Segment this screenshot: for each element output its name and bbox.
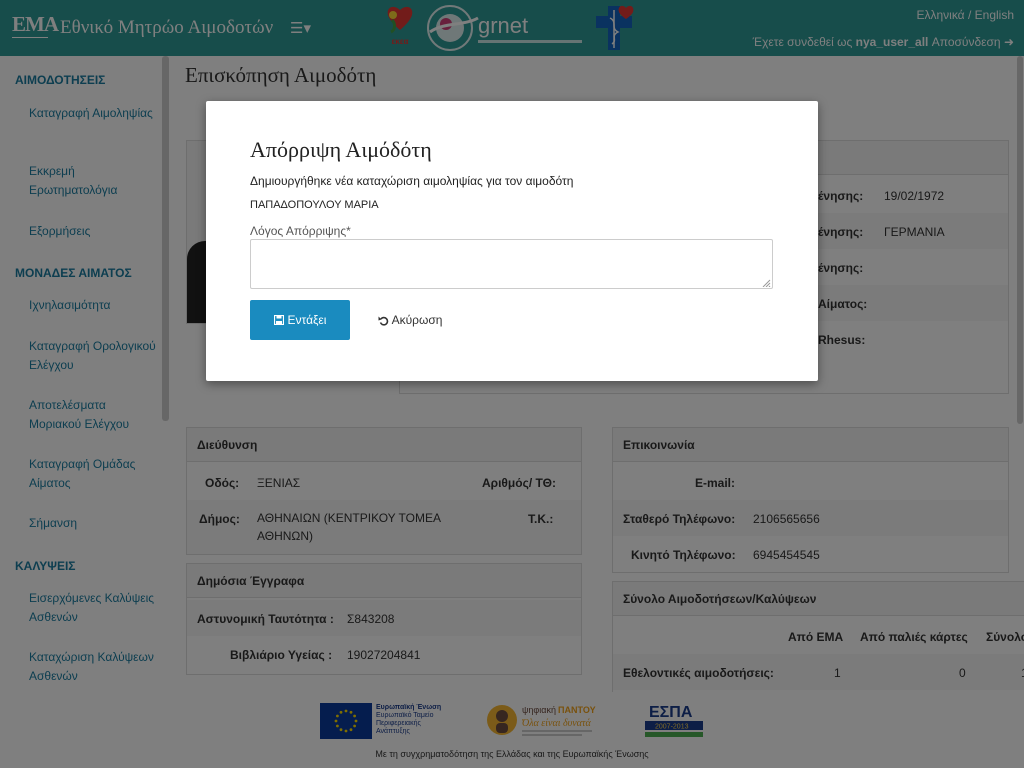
dialog-message: Δημιουργήθηκε νέα καταχώριση αιμοληψίας … xyxy=(250,174,574,188)
resize-grip-icon[interactable] xyxy=(762,279,771,287)
cancel-button-label: Ακύρωση xyxy=(391,313,443,327)
cancel-button[interactable]: Ακύρωση xyxy=(356,300,464,340)
floppy-disk-icon xyxy=(273,315,284,325)
reject-donor-dialog: Απόρριψη Αιμόδότη Δημιουργήθηκε νέα κατα… xyxy=(206,101,818,381)
dialog-title: Απόρριψη Αιμόδότη xyxy=(250,137,432,162)
undo-icon xyxy=(378,316,388,326)
ok-button[interactable]: Εντάξει xyxy=(250,300,350,340)
rejection-reason-textarea[interactable] xyxy=(250,239,773,289)
donor-name: ΠΑΠΑΔΟΠΟΥΛΟΥ ΜΑΡΙΑ xyxy=(250,199,379,211)
ok-button-label: Εντάξει xyxy=(287,313,327,327)
rejection-reason-label: Λόγος Απόρριψης* xyxy=(250,224,351,238)
